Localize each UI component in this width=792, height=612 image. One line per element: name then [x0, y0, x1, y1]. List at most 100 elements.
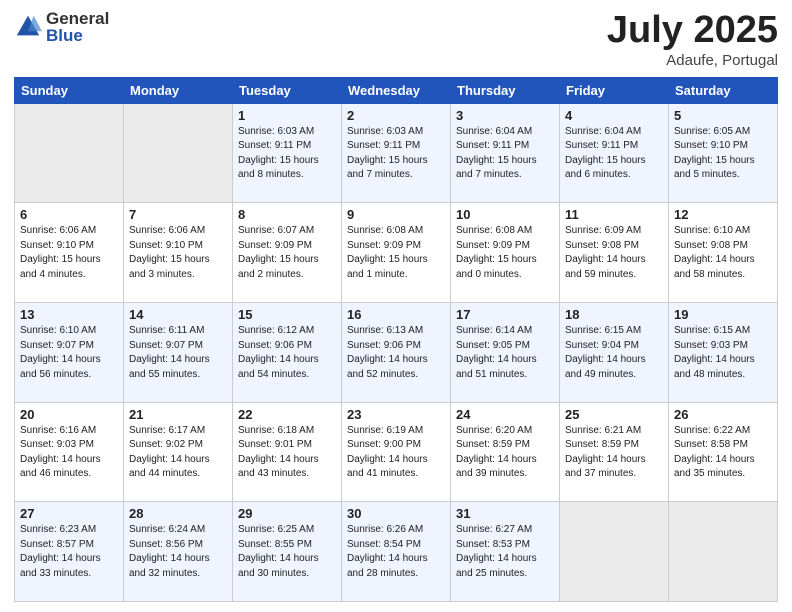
- day-cell: 7Sunrise: 6:06 AM Sunset: 9:10 PM Daylig…: [124, 203, 233, 303]
- day-header-wednesday: Wednesday: [342, 77, 451, 103]
- logo-blue: Blue: [46, 27, 109, 44]
- day-info: Sunrise: 6:20 AM Sunset: 8:59 PM Dayligh…: [456, 424, 554, 482]
- day-number: 8: [238, 207, 336, 222]
- day-header-thursday: Thursday: [451, 77, 560, 103]
- day-number: 23: [347, 407, 445, 422]
- day-info: Sunrise: 6:04 AM Sunset: 9:11 PM Dayligh…: [456, 125, 554, 183]
- day-cell: 5 Sunrise: 6:05 AM Sunset: 9:10 PM Daylig…: [669, 103, 778, 203]
- day-number: 24: [456, 407, 554, 422]
- day-header-tuesday: Tuesday: [233, 77, 342, 103]
- day-info: Sunrise: 6:07 AM Sunset: 9:09 PM Dayligh…: [238, 224, 336, 282]
- day-info: Sunrise: 6:22 AM Sunset: 8:58 PM Dayligh…: [674, 424, 772, 482]
- logo-text: General Blue: [46, 10, 109, 44]
- day-info: Sunrise: 6:15 AM Sunset: 9:03 PM Dayligh…: [674, 324, 772, 382]
- day-cell: 21 Sunrise: 6:17 AM Sunset: 9:02 PM Dayli…: [124, 402, 233, 502]
- day-cell: 25 Sunrise: 6:21 AM Sunset: 8:59 PM Dayli…: [560, 402, 669, 502]
- title-month: July 2025: [607, 10, 778, 52]
- day-cell: 19 Sunrise: 6:15 AM Sunset: 9:03 PM Dayli…: [669, 303, 778, 403]
- day-cell: 9Sunrise: 6:08 AM Sunset: 9:09 PM Daylig…: [342, 203, 451, 303]
- day-info: Sunrise: 6:27 AM Sunset: 8:53 PM Dayligh…: [456, 523, 554, 581]
- day-header-friday: Friday: [560, 77, 669, 103]
- day-cell: 28Sunrise: 6:24 AM Sunset: 8:56 PM Dayli…: [124, 502, 233, 602]
- page: General Blue July 2025 Adaufe, Portugal …: [0, 0, 792, 612]
- day-info: Sunrise: 6:09 AM Sunset: 9:08 PM Dayligh…: [565, 224, 663, 282]
- day-cell: 8 Sunrise: 6:07 AM Sunset: 9:09 PM Daylig…: [233, 203, 342, 303]
- week-row-4: 20 Sunrise: 6:16 AM Sunset: 9:03 PM Dayli…: [15, 402, 778, 502]
- logo: General Blue: [14, 10, 109, 44]
- day-number: 26: [674, 407, 772, 422]
- day-header-saturday: Saturday: [669, 77, 778, 103]
- day-number: 27: [20, 506, 118, 521]
- day-info: Sunrise: 6:18 AM Sunset: 9:01 PM Dayligh…: [238, 424, 336, 482]
- day-info: Sunrise: 6:12 AM Sunset: 9:06 PM Dayligh…: [238, 324, 336, 382]
- day-cell: [560, 502, 669, 602]
- header-row: SundayMondayTuesdayWednesdayThursdayFrid…: [15, 77, 778, 103]
- day-cell: 23Sunrise: 6:19 AM Sunset: 9:00 PM Dayli…: [342, 402, 451, 502]
- day-number: 21: [129, 407, 227, 422]
- day-info: Sunrise: 6:25 AM Sunset: 8:55 PM Dayligh…: [238, 523, 336, 581]
- day-number: 13: [20, 307, 118, 322]
- day-cell: 31Sunrise: 6:27 AM Sunset: 8:53 PM Dayli…: [451, 502, 560, 602]
- day-cell: 18Sunrise: 6:15 AM Sunset: 9:04 PM Dayli…: [560, 303, 669, 403]
- day-cell: 15 Sunrise: 6:12 AM Sunset: 9:06 PM Dayli…: [233, 303, 342, 403]
- day-number: 15: [238, 307, 336, 322]
- day-info: Sunrise: 6:04 AM Sunset: 9:11 PM Dayligh…: [565, 125, 663, 183]
- day-number: 19: [674, 307, 772, 322]
- day-cell: [15, 103, 124, 203]
- day-number: 9: [347, 207, 445, 222]
- day-number: 7: [129, 207, 227, 222]
- day-number: 4: [565, 108, 663, 123]
- day-info: Sunrise: 6:15 AM Sunset: 9:04 PM Dayligh…: [565, 324, 663, 382]
- day-number: 30: [347, 506, 445, 521]
- day-cell: 27Sunrise: 6:23 AM Sunset: 8:57 PM Dayli…: [15, 502, 124, 602]
- day-info: Sunrise: 6:21 AM Sunset: 8:59 PM Dayligh…: [565, 424, 663, 482]
- week-row-5: 27Sunrise: 6:23 AM Sunset: 8:57 PM Dayli…: [15, 502, 778, 602]
- day-info: Sunrise: 6:06 AM Sunset: 9:10 PM Dayligh…: [20, 224, 118, 282]
- day-cell: 12 Sunrise: 6:10 AM Sunset: 9:08 PM Dayli…: [669, 203, 778, 303]
- day-info: Sunrise: 6:03 AM Sunset: 9:11 PM Dayligh…: [238, 125, 336, 183]
- header: General Blue July 2025 Adaufe, Portugal: [14, 10, 778, 69]
- week-row-3: 13 Sunrise: 6:10 AM Sunset: 9:07 PM Dayli…: [15, 303, 778, 403]
- day-number: 16: [347, 307, 445, 322]
- day-cell: 16 Sunrise: 6:13 AM Sunset: 9:06 PM Dayli…: [342, 303, 451, 403]
- day-info: Sunrise: 6:05 AM Sunset: 9:10 PM Dayligh…: [674, 125, 772, 183]
- day-number: 6: [20, 207, 118, 222]
- day-number: 10: [456, 207, 554, 222]
- day-info: Sunrise: 6:08 AM Sunset: 9:09 PM Dayligh…: [456, 224, 554, 282]
- day-number: 29: [238, 506, 336, 521]
- day-info: Sunrise: 6:16 AM Sunset: 9:03 PM Dayligh…: [20, 424, 118, 482]
- day-info: Sunrise: 6:13 AM Sunset: 9:06 PM Dayligh…: [347, 324, 445, 382]
- day-number: 25: [565, 407, 663, 422]
- title-block: July 2025 Adaufe, Portugal: [607, 10, 778, 69]
- day-info: Sunrise: 6:17 AM Sunset: 9:02 PM Dayligh…: [129, 424, 227, 482]
- day-cell: 11Sunrise: 6:09 AM Sunset: 9:08 PM Dayli…: [560, 203, 669, 303]
- day-number: 22: [238, 407, 336, 422]
- day-cell: 17 Sunrise: 6:14 AM Sunset: 9:05 PM Dayli…: [451, 303, 560, 403]
- day-header-monday: Monday: [124, 77, 233, 103]
- day-number: 3: [456, 108, 554, 123]
- day-info: Sunrise: 6:14 AM Sunset: 9:05 PM Dayligh…: [456, 324, 554, 382]
- day-number: 5: [674, 108, 772, 123]
- day-cell: 24 Sunrise: 6:20 AM Sunset: 8:59 PM Dayli…: [451, 402, 560, 502]
- day-info: Sunrise: 6:26 AM Sunset: 8:54 PM Dayligh…: [347, 523, 445, 581]
- day-cell: 29 Sunrise: 6:25 AM Sunset: 8:55 PM Dayli…: [233, 502, 342, 602]
- week-row-2: 6 Sunrise: 6:06 AM Sunset: 9:10 PM Daylig…: [15, 203, 778, 303]
- day-cell: 30 Sunrise: 6:26 AM Sunset: 8:54 PM Dayli…: [342, 502, 451, 602]
- week-row-1: 1 Sunrise: 6:03 AM Sunset: 9:11 PM Daylig…: [15, 103, 778, 203]
- day-number: 20: [20, 407, 118, 422]
- day-cell: 26 Sunrise: 6:22 AM Sunset: 8:58 PM Dayli…: [669, 402, 778, 502]
- day-cell: 20 Sunrise: 6:16 AM Sunset: 9:03 PM Dayli…: [15, 402, 124, 502]
- day-cell: 4 Sunrise: 6:04 AM Sunset: 9:11 PM Daylig…: [560, 103, 669, 203]
- day-number: 14: [129, 307, 227, 322]
- day-number: 1: [238, 108, 336, 123]
- day-cell: 1 Sunrise: 6:03 AM Sunset: 9:11 PM Daylig…: [233, 103, 342, 203]
- day-info: Sunrise: 6:10 AM Sunset: 9:07 PM Dayligh…: [20, 324, 118, 382]
- day-info: Sunrise: 6:10 AM Sunset: 9:08 PM Dayligh…: [674, 224, 772, 282]
- day-cell: [669, 502, 778, 602]
- day-number: 12: [674, 207, 772, 222]
- day-cell: 2Sunrise: 6:03 AM Sunset: 9:11 PM Daylig…: [342, 103, 451, 203]
- day-number: 17: [456, 307, 554, 322]
- logo-icon: [14, 13, 42, 41]
- day-cell: 6 Sunrise: 6:06 AM Sunset: 9:10 PM Daylig…: [15, 203, 124, 303]
- day-cell: 3 Sunrise: 6:04 AM Sunset: 9:11 PM Daylig…: [451, 103, 560, 203]
